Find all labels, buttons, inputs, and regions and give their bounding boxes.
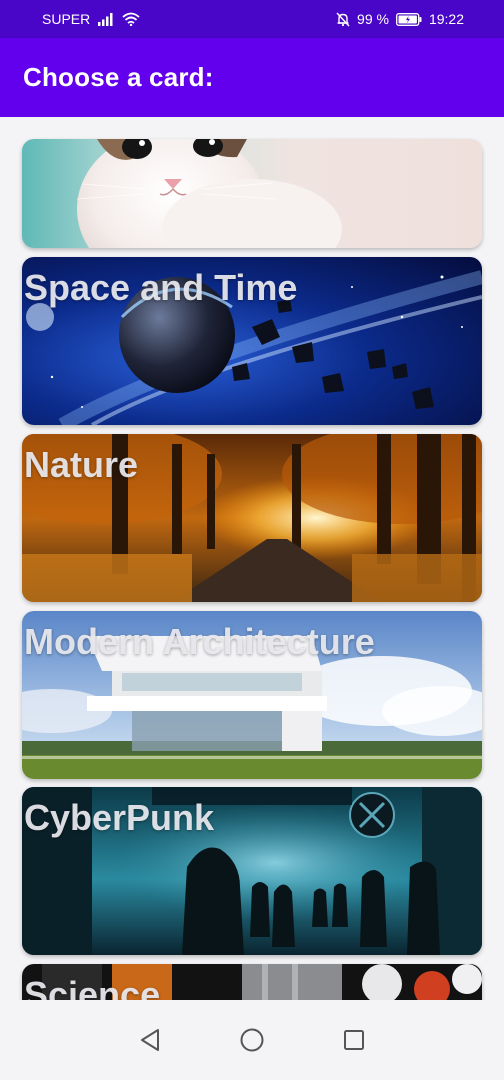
wifi-icon xyxy=(122,12,140,26)
clock: 19:22 xyxy=(428,11,464,27)
card-list[interactable]: Space and Time Nature Modern Architectur… xyxy=(0,117,504,1000)
card-label: Science xyxy=(24,974,161,1000)
kitten-image xyxy=(22,139,482,248)
card-science[interactable]: Science xyxy=(22,964,482,1000)
card-label: Space and Time xyxy=(24,267,298,308)
battery-icon xyxy=(396,12,422,26)
home-icon[interactable] xyxy=(239,1027,265,1053)
signal-icon xyxy=(98,12,114,26)
card-cyberpunk[interactable]: CyberPunk xyxy=(22,787,482,955)
status-right: 99 % 19:22 xyxy=(336,11,464,27)
app-bar: Choose a card: xyxy=(0,38,504,117)
card-kitten[interactable] xyxy=(22,139,482,248)
muted-bell-icon xyxy=(336,12,350,27)
carrier-label: SUPER xyxy=(42,11,91,27)
back-icon[interactable] xyxy=(139,1028,161,1052)
status-bar: SUPER 99 % 19:22 xyxy=(0,0,504,38)
status-left: SUPER xyxy=(42,11,140,27)
page-title: Choose a card: xyxy=(23,62,214,92)
navigation-bar xyxy=(0,1000,504,1080)
card-label: CyberPunk xyxy=(24,797,215,838)
card-label: Nature xyxy=(24,444,139,485)
card-nature[interactable]: Nature xyxy=(22,434,482,602)
recents-icon[interactable] xyxy=(343,1029,365,1051)
card-modern-architecture[interactable]: Modern Architecture xyxy=(22,611,482,779)
card-space-and-time[interactable]: Space and Time xyxy=(22,257,482,425)
card-label: Modern Architecture xyxy=(24,621,375,662)
battery-percent: 99 % xyxy=(357,11,389,27)
